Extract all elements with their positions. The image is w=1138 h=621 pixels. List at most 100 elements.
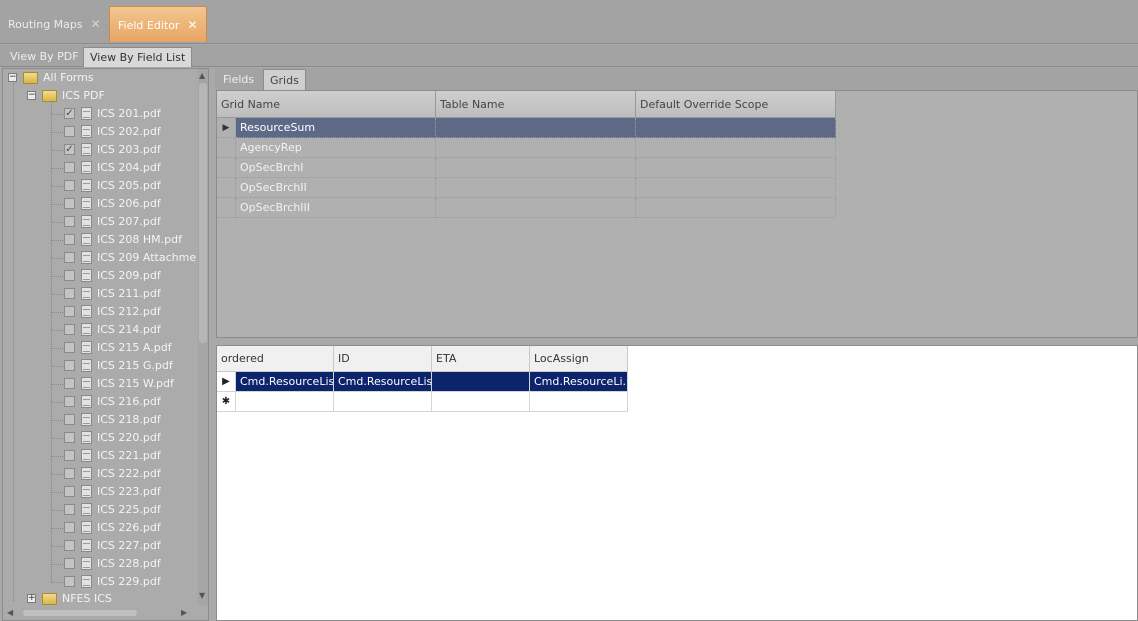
tab-routing-maps[interactable]: Routing Maps ✕ (0, 6, 109, 42)
file-checkbox[interactable] (64, 270, 75, 281)
tree-file-item[interactable]: ICS 227.pdf (3, 537, 193, 555)
file-checkbox[interactable] (64, 288, 75, 299)
tree-file-item[interactable]: ICS 216.pdf (3, 393, 193, 411)
tree-file-item[interactable]: ICS 215 G.pdf (3, 357, 193, 375)
row-selector[interactable] (217, 138, 236, 158)
tree-file-item[interactable]: ICS 218.pdf (3, 411, 193, 429)
file-checkbox[interactable] (64, 486, 75, 497)
table-cell-scope[interactable] (636, 158, 836, 178)
table-cell-table-name[interactable] (436, 118, 636, 138)
file-checkbox[interactable] (64, 432, 75, 443)
tab-field-editor[interactable]: Field Editor ✕ (109, 6, 207, 42)
tree-file-item[interactable]: ✓ ICS 203.pdf (3, 141, 193, 159)
table-cell-grid-name[interactable]: ResourceSum (236, 118, 436, 138)
tree-file-item[interactable]: ICS 223.pdf (3, 483, 193, 501)
file-checkbox[interactable] (64, 468, 75, 479)
row-selector[interactable]: ✱ (217, 392, 236, 412)
tab-grids[interactable]: Grids (263, 69, 306, 90)
close-icon[interactable]: ✕ (187, 18, 197, 32)
row-selector[interactable] (217, 158, 236, 178)
tree-file-item[interactable]: ICS 206.pdf (3, 195, 193, 213)
table-cell[interactable] (530, 392, 628, 412)
table-cell-scope[interactable] (636, 178, 836, 198)
scroll-thumb[interactable] (199, 83, 207, 343)
scroll-left-icon[interactable]: ◀ (7, 608, 13, 617)
tree-file-item[interactable]: ICS 211.pdf (3, 285, 193, 303)
tree-file-item[interactable]: ICS 225.pdf (3, 501, 193, 519)
file-checkbox[interactable] (64, 540, 75, 551)
file-checkbox[interactable] (64, 576, 75, 587)
table-cell[interactable] (236, 392, 334, 412)
column-header-id[interactable]: ID (334, 346, 432, 372)
expand-icon[interactable]: + (27, 594, 36, 603)
tree-file-item[interactable]: ICS 212.pdf (3, 303, 193, 321)
table-cell-table-name[interactable] (436, 198, 636, 218)
tree-node-nfes-ics[interactable]: + NFES ICS (3, 590, 193, 608)
column-header-table-name[interactable]: Table Name (436, 91, 636, 118)
scroll-up-icon[interactable]: ▲ (199, 71, 205, 80)
file-checkbox[interactable] (64, 216, 75, 227)
tree-vertical-scrollbar[interactable]: ▲ ▼ (198, 69, 208, 605)
table-cell-table-name[interactable] (436, 158, 636, 178)
tree-file-item[interactable]: ICS 222.pdf (3, 465, 193, 483)
file-checkbox[interactable] (64, 360, 75, 371)
file-checkbox[interactable]: ✓ (64, 108, 75, 119)
tree-file-item[interactable]: ICS 215 A.pdf (3, 339, 193, 357)
row-selector[interactable] (217, 198, 236, 218)
tree-file-item[interactable]: ICS 214.pdf (3, 321, 193, 339)
table-row[interactable]: OpSecBrchIII (217, 198, 836, 218)
table-cell-table-name[interactable] (436, 138, 636, 158)
tree-file-item[interactable]: ICS 205.pdf (3, 177, 193, 195)
file-checkbox[interactable] (64, 162, 75, 173)
file-checkbox[interactable] (64, 234, 75, 245)
tree-node-all-forms[interactable]: − All Forms (3, 69, 193, 87)
table-cell[interactable] (432, 392, 530, 412)
collapse-icon[interactable]: − (8, 73, 17, 82)
file-checkbox[interactable] (64, 198, 75, 209)
file-checkbox[interactable] (64, 126, 75, 137)
table-cell-scope[interactable] (636, 198, 836, 218)
table-cell-scope[interactable] (636, 118, 836, 138)
table-cell-grid-name[interactable]: OpSecBrchI (236, 158, 436, 178)
table-cell-grid-name[interactable]: OpSecBrchII (236, 178, 436, 198)
file-checkbox[interactable] (64, 396, 75, 407)
tree-file-item[interactable]: ICS 229.pdf (3, 573, 193, 591)
tree-file-item[interactable]: ICS 226.pdf (3, 519, 193, 537)
scroll-right-icon[interactable]: ▶ (181, 608, 187, 617)
table-cell[interactable] (334, 392, 432, 412)
file-checkbox[interactable] (64, 414, 75, 425)
tree-file-item[interactable]: ICS 207.pdf (3, 213, 193, 231)
column-header-locassign[interactable]: LocAssign (530, 346, 628, 372)
table-cell[interactable] (432, 372, 530, 392)
tab-fields[interactable]: Fields (217, 69, 260, 90)
table-row[interactable]: OpSecBrchI (217, 158, 836, 178)
tree-file-item[interactable]: ICS 208 HM.pdf (3, 231, 193, 249)
table-cell-scope[interactable] (636, 138, 836, 158)
file-checkbox[interactable] (64, 450, 75, 461)
row-selector[interactable]: ▶ (217, 372, 236, 392)
row-selector[interactable] (217, 178, 236, 198)
table-row[interactable]: OpSecBrchII (217, 178, 836, 198)
file-checkbox[interactable] (64, 504, 75, 515)
file-checkbox[interactable] (64, 180, 75, 191)
scroll-down-icon[interactable]: ▼ (199, 591, 205, 600)
collapse-icon[interactable]: − (27, 91, 36, 100)
file-checkbox[interactable] (64, 558, 75, 569)
close-icon[interactable]: ✕ (91, 17, 101, 31)
tree-file-item[interactable]: ICS 204.pdf (3, 159, 193, 177)
row-selector[interactable]: ▶ (217, 118, 236, 138)
tree-file-item[interactable]: ICS 209 Attachme (3, 249, 196, 267)
column-header-eta[interactable]: ETA (432, 346, 530, 372)
file-checkbox[interactable] (64, 252, 75, 263)
table-cell[interactable]: Cmd.ResourceLi... (530, 372, 628, 392)
tree-node-ics-pdf[interactable]: − ICS PDF (3, 87, 193, 105)
file-checkbox[interactable] (64, 306, 75, 317)
table-cell[interactable]: Cmd.ResourceList (334, 372, 432, 392)
tree-file-item[interactable]: ICS 209.pdf (3, 267, 193, 285)
file-checkbox[interactable] (64, 522, 75, 533)
file-checkbox[interactable] (64, 378, 75, 389)
tree-file-item[interactable]: ICS 221.pdf (3, 447, 193, 465)
tab-view-by-pdf[interactable]: View By PDF (4, 47, 85, 67)
file-checkbox[interactable] (64, 324, 75, 335)
tree-file-item[interactable]: ICS 202.pdf (3, 123, 193, 141)
